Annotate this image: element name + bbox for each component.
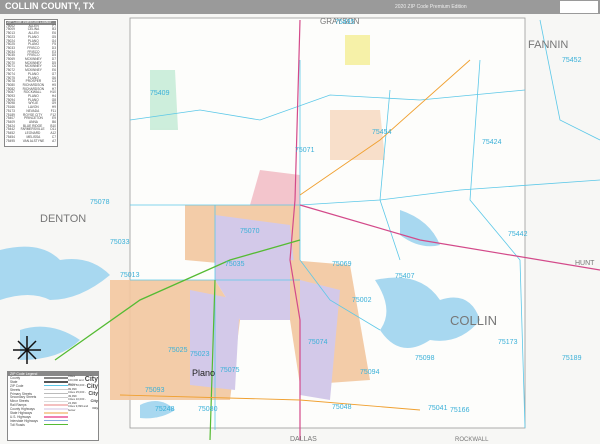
zip-label: 75069: [332, 261, 352, 268]
legend-swatch: [44, 392, 68, 395]
zip-label: 75173: [498, 339, 518, 346]
legend-swatch: [44, 404, 68, 406]
zip-label: 75071: [295, 147, 315, 154]
zip-label: 75248: [155, 406, 175, 413]
zip-label: 75048: [332, 404, 352, 411]
zip-label: 75409: [150, 90, 170, 97]
edition-label: 2020 ZIP Code Premium Edition: [395, 4, 467, 10]
zip-label: 75166: [450, 407, 470, 414]
zip-label: 75098: [415, 355, 435, 362]
zip-label: 75078: [90, 199, 110, 206]
zip-label: 75074: [308, 339, 328, 346]
header-bar: COLLIN COUNTY, TX 2020 ZIP Code Premium …: [0, 0, 600, 14]
publisher-logo: [560, 1, 598, 13]
zip-label: 75452: [562, 57, 582, 64]
index-cell: A7: [52, 138, 56, 143]
zip-label: 75002: [352, 297, 372, 304]
zip-label: 75094: [360, 369, 380, 376]
zip-label: 75023: [190, 351, 210, 358]
zip-index-table: ZIP Code Index/Grid Locator 75002 ALLEN F7…: [4, 19, 58, 147]
map-legend: ZIP Code Legend County State ZIP Code Stree…: [7, 371, 99, 441]
legend-item: Toll Roads: [8, 423, 68, 427]
legend-swatch: [44, 412, 68, 414]
index-cell: VAN ALSTYNE: [22, 138, 45, 143]
county-label-fannin: FANNIN: [528, 39, 568, 51]
zip-label: 75454: [372, 129, 392, 136]
zip-label: 75013: [120, 272, 140, 279]
legend-swatch: [44, 423, 68, 426]
zip-label: 75407: [395, 273, 415, 280]
zip-label: 75025: [168, 347, 188, 354]
legend-swatch: [44, 384, 68, 387]
zip-label: 75075: [220, 367, 240, 374]
legend-swatch: [44, 388, 68, 391]
zip-label: 75093: [145, 387, 165, 394]
zip-label: 75424: [482, 139, 502, 146]
zip-label: 75070: [240, 228, 260, 235]
county-label-denton: DENTON: [40, 213, 86, 225]
legend-city-size: Cities 9,999 and below City: [68, 403, 98, 412]
city-size-sample: City: [92, 405, 98, 410]
county-label-hunt: HUNT: [575, 260, 595, 267]
legend-swatch: [44, 408, 68, 410]
legend-swatch: [44, 396, 68, 399]
county-label-collin: COLLIN: [450, 313, 497, 328]
county-label-rockwall: ROCKWALL: [455, 437, 489, 443]
legend-swatch: [44, 381, 68, 383]
legend-swatch: [44, 400, 68, 403]
zip-label: 75442: [508, 231, 528, 238]
city-size-sample: City: [90, 398, 98, 403]
city-label-plano: Plano: [192, 368, 215, 378]
zip-label: 75033: [110, 239, 130, 246]
legend-swatch: [44, 419, 68, 422]
city-size-sample: City: [84, 376, 98, 383]
zip-label: 75035: [225, 261, 245, 268]
city-size-label: Cities 9,999 and below: [68, 403, 89, 412]
zip-label: 75041: [428, 405, 448, 412]
index-row: 75495 VAN ALSTYNE A7: [6, 138, 56, 144]
legend-swatch: [44, 416, 68, 418]
legend-item-label: Toll Roads: [10, 422, 25, 427]
zip-label: 75495: [335, 19, 355, 26]
county-label-dallas: DALLAS: [290, 436, 317, 443]
map-title: COLLIN COUNTY, TX: [5, 1, 95, 11]
zip-label: 75080: [198, 406, 218, 413]
zip-label: 75189: [562, 355, 582, 362]
index-cell: 75495: [6, 138, 15, 143]
legend-swatch: [44, 377, 68, 379]
